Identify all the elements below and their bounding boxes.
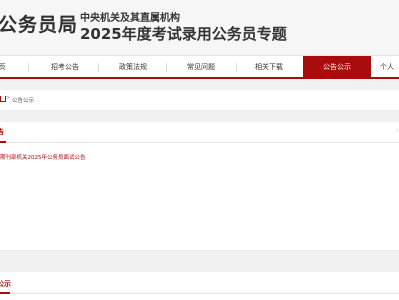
- site-title[interactable]: 公务员局: [0, 10, 78, 37]
- publicity-panel: 公示: [0, 272, 399, 300]
- breadcrumb-current[interactable]: 公告公示: [12, 96, 34, 104]
- panel2-title: 公示: [0, 280, 11, 288]
- breadcrumb: > 公告公示: [0, 90, 399, 111]
- nav-item-announcements[interactable]: 公告公示: [303, 56, 371, 78]
- nav-separator: [166, 63, 167, 72]
- nav-item-faq[interactable]: 常见问题: [176, 56, 226, 78]
- nav-item-recruitment[interactable]: 招考公告: [40, 56, 90, 78]
- nav-item-personal[interactable]: 个人: [380, 56, 399, 78]
- nav-underline: [0, 77, 399, 79]
- site-header: 公务员局 中央机关及其直属机构 2025年度考试录用公务员专题: [0, 0, 399, 55]
- panel-title-underline: [0, 141, 6, 143]
- nav-item-downloads[interactable]: 相关下载: [244, 56, 294, 78]
- panel2-divider: [0, 293, 399, 294]
- nav-separator: [28, 63, 29, 72]
- more-link[interactable]: ›: [396, 128, 398, 134]
- list-item[interactable]: 期刊部机关2025年公务员面试公告: [0, 153, 86, 161]
- nav-separator: [236, 63, 237, 72]
- main-nav: 页 招考公告 政策法规 常见问题 相关下载 公告公示 个人: [0, 55, 399, 78]
- nav-item-policy[interactable]: 政策法规: [108, 56, 158, 78]
- panel2-title-underline: [0, 292, 10, 294]
- nav-item-home[interactable]: 页: [0, 56, 12, 78]
- breadcrumb-separator: >: [6, 95, 11, 101]
- header-subtitle-main: 2025年度考试录用公务员专题: [80, 25, 287, 43]
- header-subtitle-small: 中央机关及其直属机构: [80, 13, 180, 24]
- panel-title: 告: [0, 128, 4, 136]
- panel-header: 告 ›: [0, 122, 399, 143]
- nav-separator: [98, 63, 99, 72]
- announcement-panel: 告 › 期刊部机关2025年公务员面试公告: [0, 122, 399, 250]
